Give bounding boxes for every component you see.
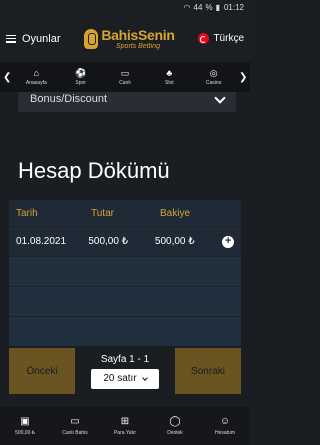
- chevron-down-icon: [214, 92, 226, 104]
- language-label: Türkçe: [213, 33, 244, 44]
- wallet-icon: ▣: [20, 416, 30, 427]
- chat-icon: ◯: [169, 416, 181, 427]
- bottom-nav-live-betting[interactable]: ▭ Canlı Bahis: [51, 416, 99, 436]
- wifi-icon: ◠: [183, 3, 191, 12]
- battery-label: %: [205, 3, 213, 12]
- rows-per-page-value: 20 satır: [103, 373, 137, 384]
- bonus-discount-dropdown[interactable]: Bonus/Discount: [18, 92, 236, 112]
- category-label: Canlı: [119, 80, 131, 86]
- bottom-nav-deposit[interactable]: ⊞ Para Yatır: [101, 416, 149, 436]
- category-label: Spor: [75, 80, 86, 86]
- bonus-label: Bonus/Discount: [30, 93, 108, 105]
- category-label: Casino: [205, 80, 222, 86]
- category-casino[interactable]: ◎ Casino: [195, 68, 233, 86]
- battery-icon: ▮: [215, 3, 220, 12]
- turkey-flag-icon: [198, 33, 210, 44]
- home-icon: ⌂: [33, 68, 40, 78]
- page-indicator: Sayfa 1 - 1: [100, 353, 150, 365]
- hamburger-icon: [6, 34, 16, 43]
- next-button[interactable]: Sonraki: [175, 348, 241, 394]
- table-row: 01.08.2021 500,00 ₺ 500,00 ₺ +: [9, 226, 241, 256]
- logo-main-text: BahisSenin: [101, 26, 175, 43]
- logo-sub-text: Sports Betting: [116, 42, 160, 50]
- expand-row-plus-icon[interactable]: +: [222, 235, 234, 248]
- support-label: Destek: [167, 430, 183, 436]
- signal-indicator: ◠ 44 % ▮: [184, 3, 220, 12]
- category-home[interactable]: ⌂ Anasayfa: [17, 68, 55, 86]
- category-sports[interactable]: ⚽ Spor: [62, 68, 100, 86]
- chevron-down-icon: [141, 374, 148, 381]
- table-row-empty: [9, 256, 241, 286]
- table-row-empty: [9, 316, 241, 346]
- language-selector[interactable]: Türkçe: [198, 33, 244, 44]
- cell-amount: 500,00 ₺: [88, 236, 129, 247]
- table-row-empty: [9, 286, 241, 316]
- category-slot[interactable]: ♣ Slot: [150, 68, 188, 86]
- category-label: Slot: [165, 80, 174, 86]
- bottom-nav-support[interactable]: ◯ Destek: [151, 416, 199, 436]
- games-menu-button[interactable]: Oyunlar: [6, 33, 61, 45]
- tv-icon: ▭: [120, 68, 130, 78]
- user-icon: ☺: [219, 416, 231, 427]
- cell-date: 01.08.2021: [16, 236, 67, 247]
- rows-per-page-select[interactable]: 20 satır: [91, 368, 159, 389]
- bottom-nav-account[interactable]: ☺ Hesabım: [201, 416, 249, 436]
- clock: 01:12: [223, 3, 244, 12]
- nav-left-arrow-icon[interactable]: ❮: [3, 72, 11, 83]
- column-header-balance: Bakiye: [160, 207, 191, 219]
- page-title: Hesap Dökümü: [18, 158, 170, 183]
- column-header-date: Tarih: [16, 207, 38, 219]
- logo-icon: [84, 28, 99, 49]
- live-betting-label: Canlı Bahis: [62, 430, 88, 436]
- deposit-label: Para Yatır: [113, 430, 137, 436]
- tv-icon: ▭: [70, 416, 80, 427]
- balance-label: 500,00 ₺: [15, 430, 35, 436]
- cart-icon: ⊞: [120, 416, 130, 427]
- table-header: Tarih Tutar Bakiye: [9, 200, 241, 226]
- shoe-icon: ⚽: [75, 68, 87, 78]
- category-live[interactable]: ▭ Canlı: [106, 68, 144, 86]
- statement-table: Tarih Tutar Bakiye 01.08.2021 500,00 ₺ 5…: [9, 200, 241, 346]
- column-header-amount: Tutar: [91, 207, 114, 219]
- top-bar: Oyunlar BahisSenin Sports Betting Türkçe: [0, 15, 250, 62]
- account-label: Hesabım: [214, 430, 235, 436]
- signal-label: 44: [193, 3, 203, 12]
- bottom-nav-balance[interactable]: ▣ 500,00 ₺: [1, 416, 49, 436]
- previous-button[interactable]: Önceki: [9, 348, 75, 394]
- site-logo[interactable]: BahisSenin Sports Betting: [84, 26, 175, 50]
- cherry-icon: ♣: [166, 68, 173, 78]
- cell-balance: 500,00 ₺: [154, 236, 195, 247]
- category-nav: ❮ ⌂ Anasayfa ⚽ Spor ▭ Canlı ♣ Slot ◎ Cas…: [0, 62, 250, 92]
- category-label: Anasayfa: [25, 80, 47, 86]
- chip-icon: ◎: [209, 68, 218, 78]
- nav-right-arrow-icon[interactable]: ❯: [239, 72, 247, 83]
- account-statement-section: Bonus/Discount Hesap Dökümü Tarih Tutar …: [0, 92, 250, 407]
- status-bar: ◠ 44 % ▮ 01:12: [0, 0, 250, 15]
- games-menu-label: Oyunlar: [22, 32, 61, 45]
- pagination: Önceki Sayfa 1 - 1 20 satır Sonraki: [9, 348, 241, 394]
- bottom-nav: ▣ 500,00 ₺ ▭ Canlı Bahis ⊞ Para Yatır ◯ …: [0, 407, 250, 445]
